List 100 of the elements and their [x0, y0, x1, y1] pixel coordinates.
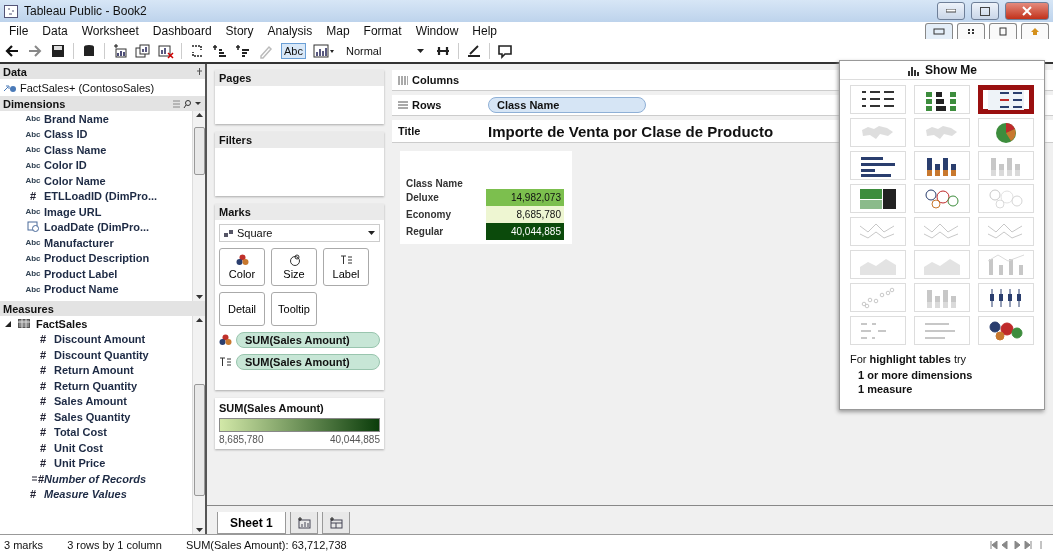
swap-icon[interactable] — [189, 43, 205, 59]
mark-type-dropdown[interactable]: Square — [219, 224, 380, 242]
save-icon[interactable] — [50, 43, 66, 59]
field-name[interactable]: Measure Values — [44, 488, 127, 501]
maximize-icon[interactable] — [980, 6, 990, 16]
sheet-tab[interactable]: Sheet 1 — [217, 512, 286, 534]
field-name[interactable]: Manufacturer — [44, 236, 114, 249]
size-button[interactable]: Size — [271, 248, 317, 286]
color-button[interactable]: Color — [219, 248, 265, 286]
show-labels-toggle[interactable]: Abc — [281, 43, 306, 59]
label-button[interactable]: Label — [323, 248, 369, 286]
color-dots-icon — [219, 334, 232, 346]
highlight-table-chart-option[interactable] — [978, 85, 1034, 114]
new-worksheet-tab[interactable] — [289, 512, 318, 534]
circles-chart-option[interactable] — [914, 184, 970, 213]
number-type-icon: # — [22, 190, 44, 203]
collapse-icon[interactable] — [4, 319, 12, 328]
new-dashboard-tab[interactable] — [321, 512, 350, 534]
menu-item[interactable]: Story — [220, 23, 259, 39]
close-icon[interactable] — [1022, 6, 1032, 16]
menu-item[interactable]: Format — [358, 23, 407, 39]
pen-icon[interactable] — [465, 43, 482, 59]
minimize-icon[interactable] — [946, 9, 956, 13]
chart-icon[interactable] — [312, 44, 335, 58]
menu-item[interactable]: File — [4, 23, 34, 39]
field-name[interactable]: Discount Amount — [54, 333, 146, 346]
caret-icon[interactable] — [368, 231, 375, 235]
field-pill[interactable]: Class Name — [488, 97, 646, 113]
status-text: 3 rows by 1 column — [67, 538, 162, 551]
sort-descending-icon[interactable] — [235, 43, 251, 59]
number-type-icon: # — [22, 488, 44, 501]
text-type-icon: Abc — [22, 207, 44, 217]
forward-arrow-icon[interactable] — [27, 43, 43, 59]
field-name[interactable]: Color Name — [44, 174, 106, 187]
field-name[interactable]: Unit Cost — [54, 441, 103, 454]
field-name[interactable]: Return Amount — [54, 364, 134, 377]
tooltip-icon[interactable] — [496, 43, 513, 59]
field-name[interactable]: Return Quantity — [54, 379, 138, 392]
database-link-icon — [3, 82, 17, 93]
field-name[interactable]: Total Cost — [54, 426, 107, 439]
arrow-tab[interactable] — [1021, 23, 1049, 39]
menu-item[interactable]: Dashboard — [147, 23, 217, 39]
h-bars-chart-option[interactable] — [850, 151, 906, 180]
field-name[interactable]: Product Name — [44, 283, 119, 296]
field-name[interactable]: Class Name — [44, 143, 107, 156]
field-name[interactable]: Discount Quantity — [54, 348, 149, 361]
scrollbar-thumb[interactable] — [193, 127, 205, 175]
duplicate-chart-icon[interactable] — [135, 43, 151, 59]
treemap-chart-option[interactable] — [850, 184, 906, 213]
menu-item[interactable]: Data — [37, 23, 73, 39]
menu-item[interactable]: Help — [467, 23, 502, 39]
clear-chart-icon[interactable] — [158, 43, 174, 59]
field-name[interactable]: Image URL — [44, 205, 102, 218]
field-name[interactable]: Class ID — [44, 128, 88, 141]
grid-view-tab[interactable] — [957, 23, 985, 39]
add-chart-icon[interactable] — [112, 43, 128, 59]
back-arrow-icon[interactable] — [4, 43, 20, 59]
field-name[interactable]: Color ID — [44, 159, 87, 172]
shelf-label: Rows — [412, 99, 442, 111]
card-title: Pages — [215, 70, 384, 86]
field-name[interactable]: Product Label — [44, 267, 118, 280]
database-icon[interactable] — [81, 43, 97, 59]
field-name[interactable]: Number of Records — [44, 472, 147, 485]
field-pill[interactable]: SUM(Sales Amount) — [236, 332, 380, 348]
box-plot-chart-option[interactable] — [978, 283, 1034, 312]
field-name[interactable]: ETLLoadID (DimPro... — [44, 190, 158, 203]
mark-property-button[interactable]: Tooltip — [271, 292, 317, 326]
heat-map-chart-option[interactable] — [914, 85, 970, 114]
table-name[interactable]: FactSales — [36, 317, 88, 330]
field-name[interactable]: Sales Amount — [54, 395, 127, 408]
menu-item[interactable]: Worksheet — [76, 23, 144, 39]
wide-rectangle-icon — [933, 27, 945, 36]
text-type-icon: Abc — [22, 114, 44, 124]
field-name[interactable]: LoadDate (DimPro... — [44, 221, 150, 234]
menu-item[interactable]: Analysis — [262, 23, 318, 39]
data-source-name[interactable]: FactSales+ (ContosoSales) — [20, 81, 155, 94]
text-type-icon: Abc — [22, 284, 44, 294]
menu-item[interactable]: Map — [321, 23, 355, 39]
caret-icon[interactable] — [416, 49, 424, 53]
pie-chart-option[interactable] — [978, 118, 1034, 147]
field-name[interactable]: Product Description — [44, 252, 150, 265]
text-type-icon: Abc — [22, 253, 44, 263]
field-name[interactable]: Sales Quantity — [54, 410, 131, 423]
bubbles-chart-option[interactable] — [978, 316, 1034, 345]
number-type-icon: # — [32, 333, 54, 346]
number-type-icon: # — [32, 441, 54, 454]
table-cell: 8,685,780 — [486, 206, 564, 223]
section-title: Dimensions — [3, 97, 66, 110]
field-pill[interactable]: SUM(Sales Amount) — [236, 354, 380, 370]
page-icon — [997, 27, 1009, 36]
mark-property-button[interactable]: Detail — [219, 292, 265, 326]
stacked-bars-chart-option[interactable] — [914, 151, 970, 180]
sort-ascending-icon[interactable] — [212, 43, 228, 59]
menu-item[interactable]: Window — [410, 23, 464, 39]
field-name[interactable]: Unit Price — [54, 457, 106, 470]
pane-title: Data — [3, 65, 27, 78]
text-table-chart-option[interactable] — [850, 85, 906, 114]
search-icon[interactable] — [172, 99, 202, 108]
scrollbar-thumb[interactable] — [193, 384, 205, 496]
field-name[interactable]: Brand Name — [44, 112, 109, 125]
